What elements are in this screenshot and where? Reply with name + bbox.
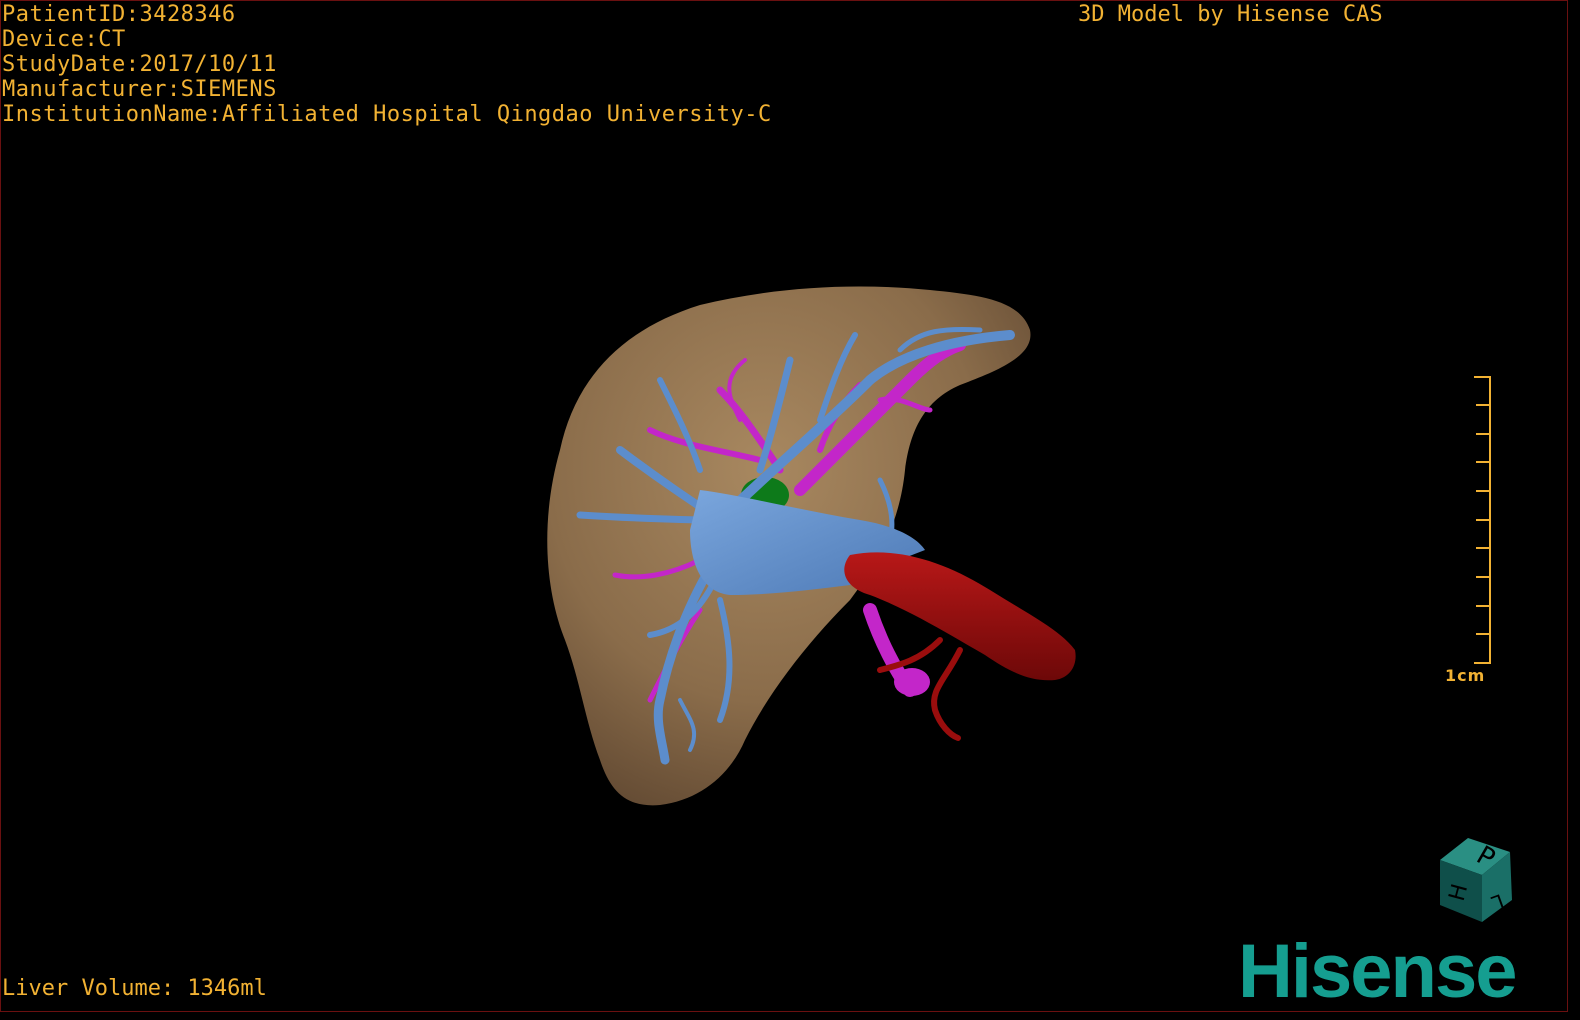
model-title: 3D Model by Hisense CAS — [1078, 2, 1383, 27]
institution-name: InstitutionName:Affiliated Hospital Qing… — [2, 102, 772, 127]
scale-bar — [1474, 376, 1491, 664]
liver-volume: Liver Volume: 1346ml — [2, 976, 267, 1001]
dicom-info-overlay: PatientID:3428346 Device:CT StudyDate:20… — [2, 2, 772, 127]
device: Device:CT — [2, 27, 126, 52]
scale-bar-label: 1cm — [1445, 666, 1486, 685]
hisense-logo: Hisense — [1238, 929, 1517, 1014]
portal-confluence — [894, 668, 930, 696]
patient-id: PatientID:3428346 — [2, 2, 236, 27]
liver-3d-model[interactable]: P H L — [0, 0, 1580, 1020]
study-date: StudyDate:2017/10/11 — [2, 52, 277, 77]
manufacturer: Manufacturer:SIEMENS — [2, 77, 277, 102]
